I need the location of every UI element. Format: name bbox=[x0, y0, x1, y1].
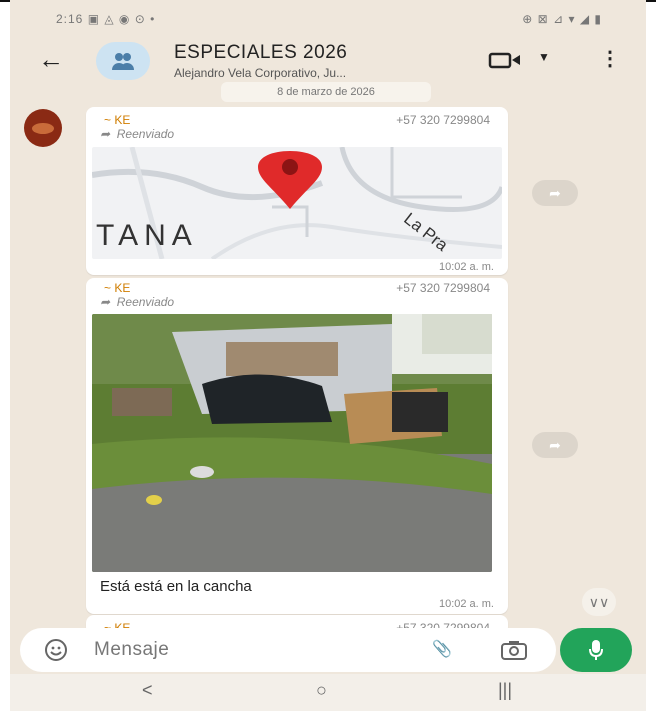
forwarded-text: Reenviado bbox=[116, 127, 175, 141]
map-place-label: TANA bbox=[96, 219, 198, 252]
forwarded-label: ➦ Reenviado bbox=[100, 295, 174, 309]
sender-avatar[interactable] bbox=[24, 109, 62, 147]
photo-caption: Está está en la cancha bbox=[100, 578, 252, 595]
camera-icon[interactable] bbox=[500, 639, 528, 661]
sender-phone: +57 320 7299804 bbox=[396, 113, 490, 127]
forwarded-text: Reenviado bbox=[116, 295, 175, 309]
message-location[interactable]: ~ KE +57 320 7299804 ➦ Reenviado TANA La… bbox=[86, 107, 508, 275]
status-bar: 2:16 ▣ ◬ ◉ ⊙ • ⊕ ⊠ ⊿ ▾ ◢ ▮ bbox=[10, 6, 646, 32]
location-map[interactable]: TANA La Pra bbox=[92, 147, 502, 259]
sender-name[interactable]: ~ KE bbox=[104, 113, 130, 127]
message-image[interactable]: ~ KE +57 320 7299804 ➦ Reenviado Está es… bbox=[86, 278, 508, 614]
group-avatar-icon[interactable] bbox=[96, 42, 150, 80]
sticker-icon[interactable] bbox=[44, 638, 68, 662]
forward-icon: ➦ bbox=[100, 295, 111, 309]
location-pin-icon bbox=[258, 151, 322, 209]
status-left: 2:16 ▣ ◬ ◉ ⊙ • bbox=[56, 12, 156, 26]
scroll-down-icon[interactable]: ∨∨ bbox=[582, 588, 616, 616]
video-call-icon[interactable] bbox=[488, 50, 524, 70]
nav-home-icon[interactable]: ○ bbox=[316, 680, 327, 701]
forward-icon: ➦ bbox=[100, 127, 111, 141]
nav-back-icon[interactable]: < bbox=[142, 680, 153, 701]
app-frame: 2:16 ▣ ◬ ◉ ⊙ • ⊕ ⊠ ⊿ ▾ ◢ ▮ ← ESPECIALES … bbox=[10, 0, 646, 711]
share-icon[interactable]: ➦ bbox=[532, 180, 578, 206]
back-arrow-icon[interactable]: ← bbox=[38, 44, 64, 75]
date-separator: 8 de marzo de 2026 bbox=[221, 82, 431, 102]
sender-phone: +57 320 7299804 bbox=[396, 281, 490, 295]
chevron-down-icon[interactable]: ▼ bbox=[538, 50, 550, 64]
system-nav-bar: < ○ ||| bbox=[10, 674, 646, 711]
message-input[interactable]: Mensaje bbox=[94, 639, 169, 661]
status-right: ⊕ ⊠ ⊿ ▾ ◢ ▮ bbox=[522, 12, 602, 26]
photo-scene bbox=[92, 314, 492, 572]
nav-recent-icon[interactable]: ||| bbox=[498, 680, 512, 701]
forwarded-label: ➦ Reenviado bbox=[100, 127, 174, 141]
message-time: 10:02 a. m. bbox=[438, 598, 494, 610]
chat-title[interactable]: ESPECIALES 2026 bbox=[174, 42, 347, 64]
message-time: 10:02 a. m. bbox=[438, 261, 494, 273]
sender-name[interactable]: ~ KE bbox=[104, 281, 130, 295]
mic-button[interactable] bbox=[560, 628, 632, 672]
share-icon[interactable]: ➦ bbox=[532, 432, 578, 458]
chat-subtitle[interactable]: Alejandro Vela Corporativo, Ju... bbox=[174, 66, 346, 80]
menu-dots-icon[interactable]: ⋮ bbox=[600, 46, 620, 71]
message-input-bar[interactable]: Mensaje 📎 bbox=[20, 628, 556, 672]
microphone-icon bbox=[589, 640, 603, 660]
message-photo[interactable] bbox=[92, 314, 492, 572]
attach-icon[interactable]: 📎 bbox=[432, 639, 452, 659]
